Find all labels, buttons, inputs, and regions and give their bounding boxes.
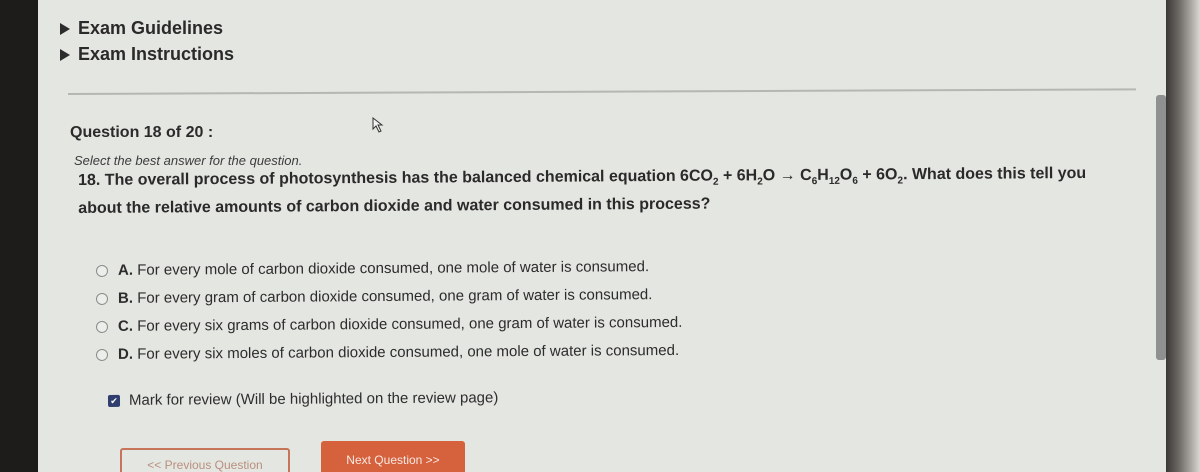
exam-instructions-toggle[interactable]: Exam Instructions [60, 44, 234, 65]
mark-for-review-checkbox[interactable]: ✔ Mark for review (Will be highlighted o… [107, 389, 499, 409]
option-label: For every gram of carbon dioxide consume… [137, 286, 653, 307]
answer-option-d[interactable]: D. For every six moles of carbon dioxide… [95, 342, 679, 363]
monitor-bezel [1166, 0, 1200, 472]
answer-option-a[interactable]: A. For every mole of carbon dioxide cons… [95, 258, 649, 279]
question-number: 18. [78, 171, 101, 189]
option-label: For every six moles of carbon dioxide co… [137, 341, 680, 363]
next-question-button[interactable]: Next Question >> [321, 441, 465, 472]
option-c-text: C. For every six grams of carbon dioxide… [118, 314, 683, 335]
option-label: For every six grams of carbon dioxide co… [137, 313, 683, 335]
radio-button[interactable] [95, 292, 109, 305]
exam-instructions-label: Exam Instructions [78, 44, 235, 64]
expand-triangle-icon [60, 48, 70, 61]
answer-option-c[interactable]: C. For every six grams of carbon dioxide… [95, 314, 683, 335]
mouse-cursor-icon [372, 117, 384, 133]
option-b-text: B. For every gram of carbon dioxide cons… [118, 286, 653, 307]
option-letter: A. [117, 261, 134, 279]
vertical-scrollbar[interactable] [1156, 95, 1166, 360]
answer-option-b[interactable]: B. For every gram of carbon dioxide cons… [95, 286, 653, 307]
question-text: 18. The overall process of photosynthesi… [78, 164, 1087, 218]
previous-question-button[interactable]: << Previous Question [120, 448, 290, 472]
option-letter: D. [117, 345, 134, 363]
option-a-text: A. For every mole of carbon dioxide cons… [118, 258, 649, 279]
radio-button[interactable] [95, 320, 109, 333]
option-letter: C. [117, 317, 134, 335]
mark-for-review-label: Mark for review (Will be highlighted on … [128, 389, 499, 409]
option-letter: B. [117, 289, 134, 307]
option-d-text: D. For every six moles of carbon dioxide… [118, 342, 679, 363]
question-instruction: Select the best answer for the question. [74, 153, 303, 168]
exam-guidelines-toggle[interactable]: Exam Guidelines [60, 18, 223, 39]
radio-button[interactable] [95, 264, 109, 277]
checkbox-checked-icon[interactable]: ✔ [107, 394, 121, 407]
question-counter: Question 18 of 20 : [70, 124, 214, 141]
question-text-start: The overall process of photosynthesis ha… [104, 167, 713, 189]
radio-button[interactable] [95, 348, 109, 361]
exam-screen: Exam Guidelines Exam Instructions Questi… [38, 0, 1166, 472]
section-divider [67, 88, 1136, 95]
expand-triangle-icon [60, 22, 70, 35]
exam-guidelines-label: Exam Guidelines [78, 18, 224, 38]
option-label: For every mole of carbon dioxide consume… [137, 258, 650, 279]
